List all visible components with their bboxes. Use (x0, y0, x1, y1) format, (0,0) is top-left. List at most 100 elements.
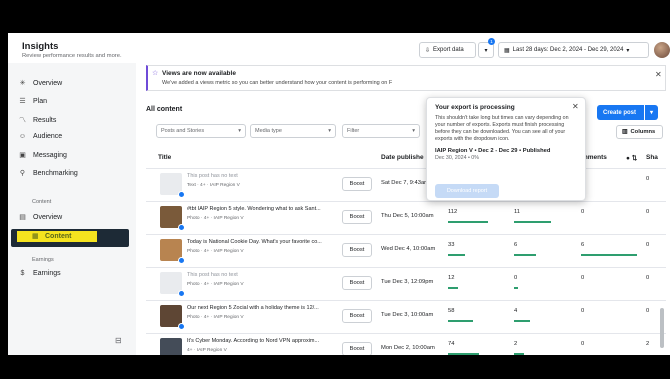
post-type-value: Posts and Stories (161, 128, 205, 134)
reactions-value: 2 (514, 341, 518, 347)
filter-value: Filter (347, 128, 360, 134)
reactions-bar (514, 221, 551, 223)
boost-button[interactable]: Boost (342, 177, 372, 191)
column-header-shares[interactable]: Sha (646, 154, 658, 161)
post-text[interactable]: Today is National Cookie Day. What's you… (187, 239, 337, 245)
comments-value: 0 (581, 341, 585, 347)
sidebar-item-label: Overview (33, 213, 63, 221)
post-meta: Photo · 4+ · IAIP Region V (187, 216, 244, 221)
chevron-down-icon[interactable]: ▾ (644, 105, 658, 120)
sidebar-item-overview[interactable]: ✳ Overview (18, 79, 63, 88)
comments-value: 0 (581, 275, 585, 281)
insights-screen: Insights Review performance results and … (8, 33, 670, 355)
top-bar: Insights Review performance results and … (8, 33, 670, 63)
create-post-button[interactable]: Create post ▾ (597, 105, 658, 120)
post-text[interactable]: This post has no text (187, 173, 337, 179)
collapse-sidebar-icon[interactable]: ⊟ (115, 336, 122, 345)
sidebar-item-results[interactable]: 〽 Results (18, 115, 56, 125)
post-thumbnail[interactable] (160, 272, 185, 297)
reactions-bar (514, 254, 536, 256)
shares-value: 0 (646, 176, 650, 182)
export-item-title: IAIP Region V • Dec 2 - Dec 29 • Publish… (435, 148, 551, 154)
sidebar-item-content-overview[interactable]: ▤ Overview (18, 213, 63, 222)
chevron-down-icon: ▾ (328, 128, 331, 134)
filter-select[interactable]: Filter ▾ (342, 124, 420, 138)
shares-value: 0 (646, 209, 650, 215)
export-item-detail: Dec 30, 2024 • 0% (435, 155, 479, 161)
publish-date: Tue Dec 3, 12:09pm (381, 279, 434, 285)
sidebar-item-content[interactable]: ▦ Content (11, 229, 129, 247)
scrollbar[interactable] (660, 308, 664, 348)
media-type-select[interactable]: Media type ▾ (250, 124, 336, 138)
comments-bar (581, 254, 637, 256)
post-thumbnail[interactable] (160, 239, 185, 264)
download-report-button[interactable]: Download report (435, 184, 499, 198)
reactions-value: 4 (514, 308, 518, 314)
reach-bar (448, 221, 488, 223)
views-banner: ☆ Views are now available We've added a … (146, 65, 666, 91)
export-icon: ⇩ (425, 47, 431, 54)
boost-button[interactable]: Boost (342, 210, 372, 224)
post-thumbnail[interactable] (160, 305, 185, 330)
content-icon: ▦ (32, 233, 39, 240)
table-row[interactable]: Today is National Cookie Day. What's you… (146, 234, 666, 266)
shares-value: 0 (646, 308, 650, 314)
media-type-value: Media type (255, 128, 282, 134)
post-meta: Photo · 4+ · IAIP Region V (187, 282, 244, 287)
date-range-label: Last 28 days: Dec 2, 2024 - Dec 29, 2024 (512, 47, 624, 53)
sidebar-item-label: Overview (33, 79, 63, 87)
sidebar-item-plan[interactable]: ☰ Plan (18, 97, 47, 106)
close-icon[interactable]: ✕ (572, 102, 579, 111)
table-row[interactable]: #tbt IAIP Region 5 style. Wondering what… (146, 201, 666, 233)
reactions-value: 0 (514, 275, 518, 281)
post-text[interactable]: #tbt IAIP Region 5 style. Wondering what… (187, 206, 337, 212)
table-row[interactable]: Our next Region 5 Zocial with a holiday … (146, 300, 666, 332)
reach-bar (448, 353, 479, 355)
post-thumbnail[interactable] (160, 206, 185, 231)
popover-title: Your export is processing (435, 104, 515, 111)
publish-date: Wed Dec 4, 10:00am (381, 246, 436, 252)
table-row[interactable]: It's Cyber Monday. According to Nord VPN… (146, 333, 666, 355)
reactions-value: 6 (514, 242, 518, 248)
avatar[interactable] (654, 42, 670, 58)
sidebar-item-label: Results (33, 116, 57, 124)
facebook-icon (178, 191, 185, 198)
boost-button[interactable]: Boost (342, 309, 372, 323)
date-range-picker[interactable]: ▦ Last 28 days: Dec 2, 2024 - Dec 29, 20… (498, 42, 649, 58)
sidebar-item-benchmarking[interactable]: ⚲ Benchmarking (18, 169, 78, 178)
export-data-button[interactable]: ⇩ Export data (419, 42, 476, 58)
sidebar-item-messaging[interactable]: ▣ Messaging (18, 151, 67, 160)
columns-button[interactable]: ▥ Columns (616, 125, 663, 139)
sidebar-item-audience[interactable]: ☺ Audience (18, 133, 62, 140)
overview-icon: ✳ (19, 80, 26, 87)
boost-button[interactable]: Boost (342, 342, 372, 355)
sidebar-item-label: Messaging (33, 151, 67, 159)
post-thumbnail[interactable] (160, 338, 182, 355)
post-text[interactable]: It's Cyber Monday. According to Nord VPN… (187, 338, 337, 344)
post-thumbnail[interactable] (160, 173, 185, 198)
post-type-select[interactable]: Posts and Stories ▾ (156, 124, 246, 138)
post-text[interactable]: This post has no text (187, 272, 337, 278)
reach-bar (448, 254, 465, 256)
table-row[interactable]: This post has no text Photo · 4+ · IAIP R… (146, 267, 666, 299)
sidebar-item-label: Audience (33, 133, 63, 140)
publish-date: Thu Dec 5, 10:00am (381, 213, 434, 219)
boost-button[interactable]: Boost (342, 276, 372, 290)
plan-icon: ☰ (19, 98, 26, 105)
shares-value: 2 (646, 341, 650, 347)
close-icon[interactable]: ✕ (655, 70, 662, 79)
main-content: ☆ Views are now available We've added a … (146, 63, 670, 355)
messaging-icon: ▣ (19, 152, 26, 159)
column-header-date[interactable]: Date publishe (381, 154, 424, 161)
post-text[interactable]: Our next Region 5 Zocial with a holiday … (187, 305, 337, 311)
sidebar-item-earnings[interactable]: $ Earnings (18, 270, 61, 277)
post-meta: 4+ · IAIP Region V (187, 348, 227, 353)
banner-body: We've added a views metric so you can be… (162, 80, 393, 86)
publish-date: Mon Dec 2, 10:00am (381, 345, 435, 351)
post-meta: Photo · 4+ · IAIP Region V (187, 249, 244, 254)
columns-icon: ▥ (622, 129, 628, 135)
page-title: Insights (22, 41, 59, 52)
column-header-title[interactable]: Title (158, 154, 171, 161)
boost-button[interactable]: Boost (342, 243, 372, 257)
table-row[interactable]: This post has no text Text · 4+ · IAIP Re… (146, 168, 666, 200)
